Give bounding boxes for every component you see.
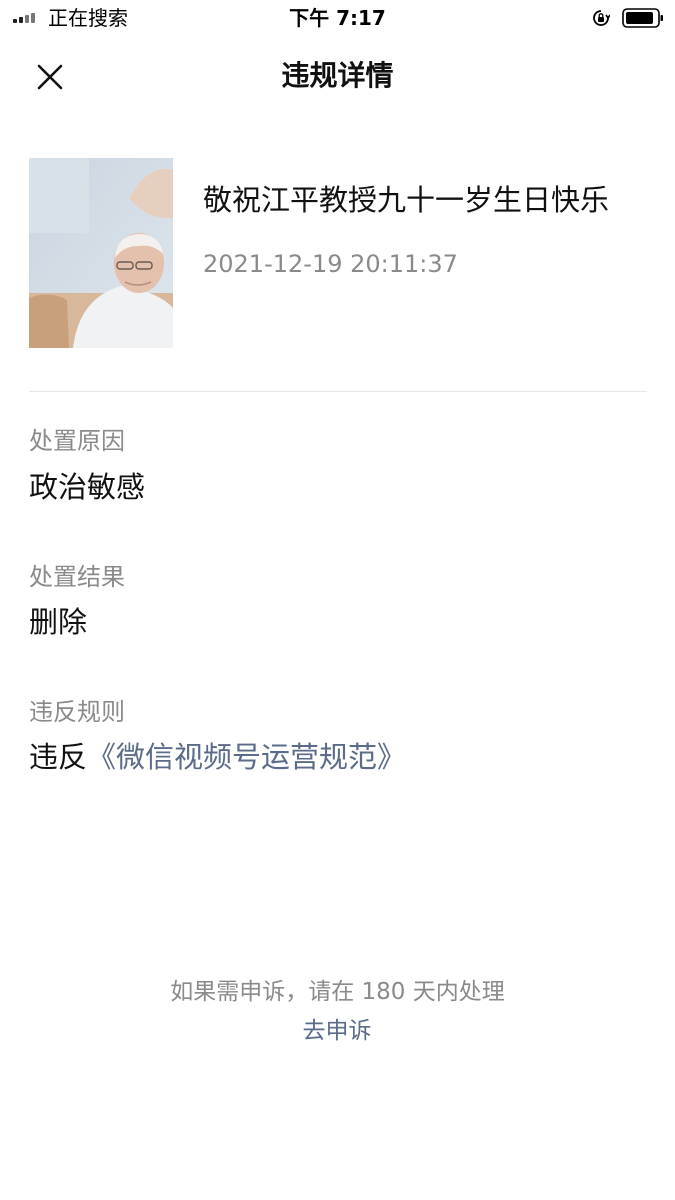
appeal-note: 如果需申诉，请在 180 天内处理 (170, 979, 505, 1005)
result-label: 处置结果 (29, 563, 125, 591)
reason-label: 处置原因 (29, 427, 125, 455)
video-thumbnail[interactable] (29, 158, 173, 348)
rule-value: 违反《微信视频号运营规范》 (29, 737, 406, 777)
rule-link[interactable]: 《微信视频号运营规范》 (87, 740, 406, 774)
status-time: 下午 7:17 (289, 6, 386, 30)
reason-value: 政治敏感 (29, 470, 146, 504)
rule-prefix: 违反 (29, 740, 88, 774)
page-title: 违规详情 (281, 59, 394, 92)
battery-icon (622, 8, 663, 28)
thumbnail-image (29, 158, 173, 348)
rule-label: 违反规则 (29, 698, 125, 726)
appeal-button[interactable]: 去申诉 (287, 1015, 387, 1047)
status-bar: 正在搜索 下午 7:17 (0, 0, 675, 36)
divider (29, 391, 647, 392)
content-timestamp: 2021-12-19 20:11:37 (203, 250, 458, 278)
orientation-lock-icon (593, 10, 610, 26)
result-value: 删除 (29, 605, 88, 639)
content-title: 敬祝江平教授九十一岁生日快乐 (203, 183, 610, 217)
